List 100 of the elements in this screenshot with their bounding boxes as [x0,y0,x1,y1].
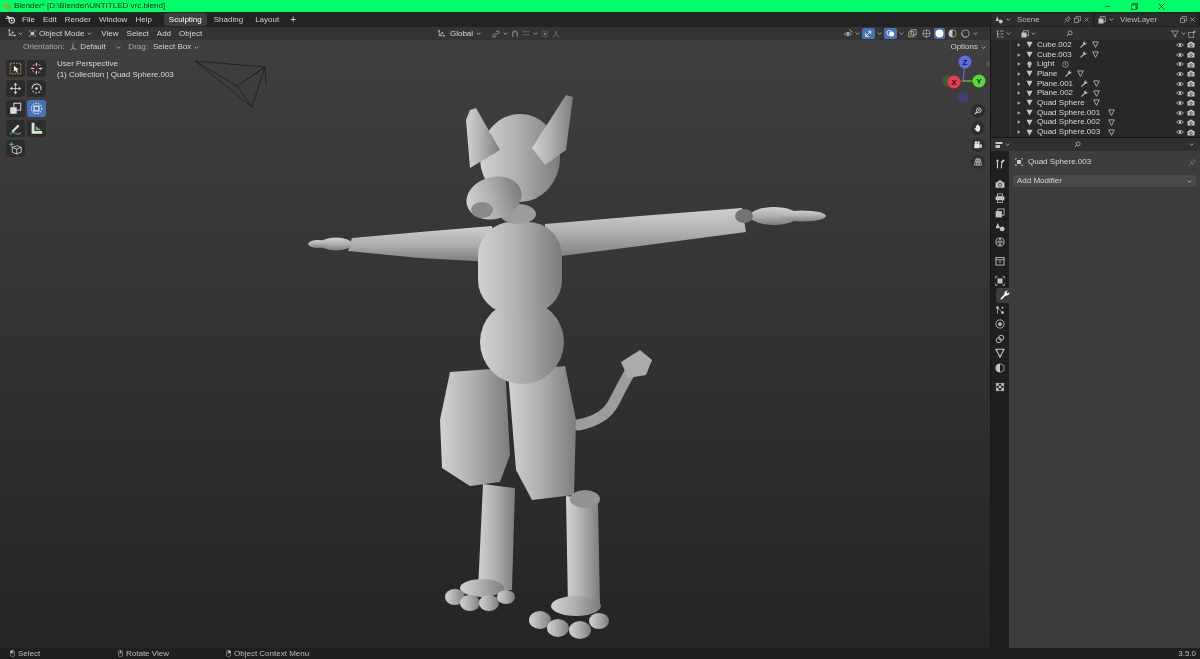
rotate-tool[interactable] [27,80,46,97]
scale-tool[interactable] [6,100,25,117]
copy-icon[interactable] [1180,16,1187,23]
transform-orientation-dropdown[interactable]: Global [437,29,482,38]
move-tool[interactable] [6,80,25,97]
eye-icon[interactable] [1176,61,1184,68]
rendered-shading-button[interactable] [960,28,971,39]
expand-arrow-icon[interactable] [1017,42,1021,47]
wrench-icon[interactable] [1079,41,1087,49]
menu-item[interactable]: Select [122,29,153,38]
caret-icon[interactable] [973,32,978,35]
search-icon[interactable] [1066,30,1073,37]
caret-icon[interactable] [855,32,860,35]
negative-axis-handle[interactable] [957,91,969,103]
view-layer-selector[interactable]: ViewLayer [1095,13,1198,26]
outliner-item[interactable]: Quad Sphere [1037,98,1085,107]
measure-tool[interactable] [27,120,46,137]
expand-arrow-icon[interactable] [1017,81,1021,86]
caret-icon[interactable] [1189,143,1194,146]
camera-icon[interactable] [1187,51,1195,59]
panel-icon[interactable] [995,140,1003,149]
cursor-tool[interactable] [27,60,46,77]
expand-arrow-icon[interactable] [1017,130,1021,135]
expand-arrow-icon[interactable] [1017,62,1021,67]
expand-arrow-icon[interactable] [1017,52,1021,57]
caret-icon[interactable] [1181,32,1186,35]
eye-icon[interactable] [1176,41,1184,48]
video-camera-icon[interactable] [971,138,985,152]
camera-icon[interactable] [1187,99,1195,107]
menu-item[interactable]: Render [60,15,95,24]
camera-icon[interactable] [1187,70,1195,78]
dot-circle-icon[interactable] [541,29,550,38]
eye-icon[interactable] [1176,109,1184,116]
camera-icon[interactable] [1187,118,1195,126]
menu-item[interactable]: Window [94,15,132,24]
eye-icon[interactable] [1176,90,1184,97]
outliner-item[interactable]: Plane.002 [1037,89,1074,98]
circle-line-icon[interactable] [1062,60,1070,68]
eye-icon[interactable] [844,29,853,38]
camera-icon[interactable] [1187,80,1195,88]
expand-arrow-icon[interactable] [1017,110,1021,115]
box-plus-icon[interactable] [1188,29,1196,38]
outliner-item[interactable]: Quad Sphere.001 [1037,108,1101,117]
dots-icon[interactable] [522,30,531,37]
caret-icon[interactable] [899,32,904,35]
pin-icon[interactable] [1064,16,1071,23]
caret-icon[interactable] [503,32,509,35]
menu-item[interactable]: View [97,29,123,38]
add-cube-tool[interactable] [6,140,25,157]
object-mode-dropdown[interactable]: Object Mode [29,29,93,38]
expand-arrow-icon[interactable] [1017,91,1021,96]
close-icon[interactable] [1158,2,1165,10]
outliner-item[interactable]: Light [1037,60,1055,69]
chain-link-icon[interactable] [492,29,501,38]
caret-icon[interactable] [877,32,882,35]
caret-icon[interactable] [533,32,539,35]
camera-icon[interactable] [1187,41,1195,49]
hand-icon[interactable] [971,121,985,135]
wrench-icon[interactable] [1079,51,1087,59]
menu-item[interactable]: Object [175,29,207,38]
outliner-item[interactable]: Quad Sphere.002 [1037,118,1101,127]
eye-icon[interactable] [1176,70,1184,77]
image-stack-icon[interactable] [1021,29,1029,38]
camera-icon[interactable] [1187,109,1195,117]
eye-icon[interactable] [1176,99,1184,106]
outliner-item[interactable]: Plane [1037,69,1058,78]
filter-icon[interactable] [1171,29,1179,38]
caret-icon[interactable] [1031,32,1036,35]
eye-icon[interactable] [1176,129,1184,136]
setting-dropdown[interactable]: Select Box [152,43,200,51]
caret-icon[interactable] [18,32,23,35]
camera-icon[interactable] [1187,128,1195,136]
zoom-icon[interactable] [971,104,985,118]
outliner-item[interactable]: Cube.003 [1037,50,1072,59]
camera-icon[interactable] [1187,60,1195,68]
scene-selector[interactable]: Scene [992,13,1092,26]
perspective-grid-icon[interactable] [971,155,985,169]
workspace-tab[interactable]: Layout [250,13,285,26]
magnet-icon[interactable] [511,29,520,38]
camera-icon[interactable] [1187,89,1195,97]
tree-list-icon[interactable] [996,29,1004,38]
wrench-icon[interactable] [1065,70,1073,78]
overlays-toggle[interactable] [884,28,897,39]
blender-logo-icon[interactable] [5,15,16,24]
menu-item[interactable]: Add [152,29,176,38]
expand-arrow-icon[interactable] [1017,120,1021,125]
outliner-item[interactable]: Plane.001 [1037,79,1074,88]
restore-icon[interactable] [1131,2,1138,10]
minimize-icon[interactable] [1104,5,1111,7]
material-shading-button[interactable] [947,28,958,39]
menu-item[interactable]: Help [131,15,156,24]
wrench-icon[interactable] [1081,80,1089,88]
caret-icon[interactable] [1006,32,1011,35]
wrench-icon[interactable] [1081,89,1089,97]
solid-shading-button[interactable] [934,28,945,39]
setting-dropdown[interactable]: Default [69,43,122,51]
copy-icon[interactable] [1074,16,1081,23]
eye-icon[interactable] [1176,119,1184,126]
axis-handle[interactable]: X [947,75,964,89]
workspace-tab[interactable]: Shading [208,13,249,26]
